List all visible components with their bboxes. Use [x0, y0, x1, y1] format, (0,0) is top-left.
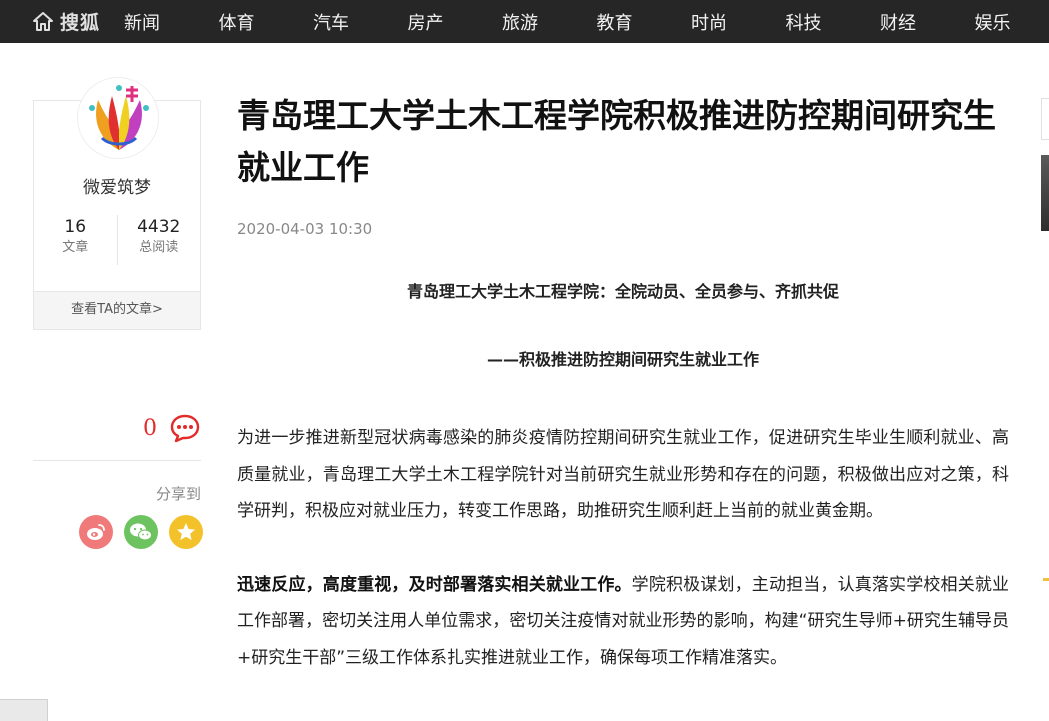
- wechat-icon: [130, 523, 152, 541]
- stat-value: 16: [64, 217, 87, 237]
- article-subheading-secondary: ——积极推进防控期间研究生就业工作: [486, 350, 759, 369]
- comment-row: 0: [33, 410, 201, 446]
- share-wechat-button[interactable]: [124, 515, 158, 549]
- comment-icon[interactable]: [169, 413, 201, 443]
- nav-item-finance[interactable]: 财经: [880, 9, 975, 35]
- stat-label: 文章: [62, 240, 89, 255]
- stat-value: 4432: [137, 217, 181, 237]
- nav-item-tech[interactable]: 科技: [786, 9, 881, 35]
- avatar-image: [89, 85, 149, 150]
- stat-label: 总阅读: [139, 240, 179, 255]
- author-stats: 16 文章 4432 总阅读: [34, 215, 200, 265]
- sohu-logo[interactable]: 搜狐: [0, 0, 100, 43]
- channel-nav: 新闻 体育 汽车 房产 旅游 教育 时尚 科技 财经 娱乐: [124, 0, 1049, 43]
- nav-item-sports[interactable]: 体育: [219, 9, 314, 35]
- article-paragraph: 迅速反应，高度重视，及时部署落实相关就业工作。学院积极谋划，主动担当，认真落实学…: [237, 567, 1009, 677]
- nav-item-entertainment[interactable]: 娱乐: [975, 9, 1049, 35]
- nav-item-house[interactable]: 房产: [408, 9, 503, 35]
- divider: [33, 460, 201, 461]
- logo-text: 搜狐: [60, 12, 101, 34]
- nav-item-travel[interactable]: 旅游: [502, 9, 597, 35]
- nav-item-education[interactable]: 教育: [597, 9, 692, 35]
- paragraph-lead-bold: 迅速反应，高度重视，及时部署落实相关就业工作。: [237, 574, 632, 595]
- publish-date: 2020-04-03 10:30: [237, 220, 373, 238]
- share-weibo-button[interactable]: [79, 515, 113, 549]
- author-name[interactable]: 微爱筑梦: [34, 173, 200, 198]
- view-author-articles-link[interactable]: 查看TA的文章>: [34, 291, 200, 329]
- article: 青岛理工大学土木工程学院积极推进防控期间研究生就业工作 2020-04-03 1…: [237, 90, 1009, 676]
- favorite-button[interactable]: [169, 515, 203, 549]
- comment-count[interactable]: 0: [143, 416, 157, 441]
- nav-item-fashion[interactable]: 时尚: [691, 9, 786, 35]
- home-icon: [33, 11, 53, 31]
- avatar[interactable]: [77, 77, 159, 159]
- nav-item-news[interactable]: 新闻: [124, 9, 219, 35]
- share-label: 分享到: [155, 485, 201, 503]
- favorite-icon: [177, 523, 195, 540]
- article-subheading: 青岛理工大学土木工程学院：全院动员、全员参与、齐抓共促: [406, 282, 839, 301]
- author-card: 微爱筑梦 16 文章 4432 总阅读 查看TA的文章>: [33, 77, 201, 330]
- right-sidebar-mark: [1043, 578, 1049, 581]
- right-sidebar-box[interactable]: [1041, 98, 1049, 140]
- stat-articles: 16 文章: [34, 215, 117, 265]
- top-nav-bar: 搜狐 新闻 体育 汽车 房产 旅游 教育 时尚 科技 财经 娱乐: [0, 0, 1049, 43]
- right-sidebar-image[interactable]: [1041, 155, 1049, 231]
- stat-total-reads: 4432 总阅读: [116, 215, 201, 265]
- bottom-left-widget[interactable]: [0, 699, 48, 721]
- weibo-icon: [87, 524, 105, 540]
- article-title: 青岛理工大学土木工程学院积极推进防控期间研究生就业工作: [237, 96, 996, 187]
- share-buttons: [79, 515, 203, 549]
- article-paragraph: 为进一步推进新型冠状病毒感染的肺炎疫情防控期间研究生就业工作，促进研究生毕业生顺…: [237, 428, 1009, 521]
- nav-item-auto[interactable]: 汽车: [313, 9, 408, 35]
